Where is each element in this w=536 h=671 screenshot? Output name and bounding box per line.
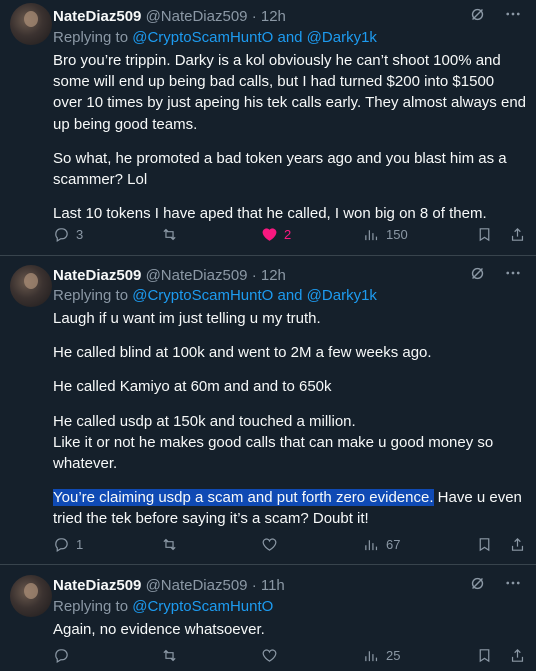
grok-icon[interactable] — [469, 575, 486, 598]
like-count: 2 — [284, 226, 292, 242]
reply-button[interactable]: 1 — [53, 536, 161, 553]
replying-prefix: Replying to — [53, 29, 129, 46]
reply-icon — [55, 537, 68, 552]
tweet-paragraph: He called usdp at 150k and touched a mil… — [53, 412, 494, 473]
avatar[interactable] — [10, 3, 52, 45]
bookmark-icon — [479, 648, 490, 662]
tweet-text: Laugh if u want im just telling u my tru… — [53, 308, 526, 530]
bookmark-icon — [479, 537, 490, 551]
tweet-text: Again, no evidence whatsoever. — [53, 619, 526, 640]
share-button[interactable] — [509, 226, 526, 243]
grok-icon[interactable] — [469, 265, 486, 288]
repost-icon — [163, 538, 176, 550]
tweet[interactable]: NateDiaz509 @NateDiaz509 · 12h Replying … — [0, 0, 536, 256]
reply-count: 3 — [76, 226, 84, 242]
grok-icon[interactable] — [469, 6, 486, 29]
repost-button[interactable] — [161, 226, 261, 243]
mention-links[interactable]: @CryptoScamHuntO and @Darky1k — [132, 287, 377, 304]
timestamp[interactable]: 11h — [261, 577, 285, 594]
views-count: 25 — [386, 647, 401, 663]
views-count: 67 — [386, 536, 401, 552]
like-button[interactable] — [261, 647, 363, 664]
repost-icon — [163, 649, 176, 661]
tweet-paragraph: So what, he promoted a bad token years a… — [53, 149, 507, 189]
heart-icon — [262, 228, 277, 241]
timestamp[interactable]: 12h — [261, 8, 286, 25]
display-name[interactable]: NateDiaz509 — [53, 8, 141, 25]
tweet-paragraph: Laugh if u want im just telling u my tru… — [53, 310, 321, 327]
reply-count: 1 — [76, 536, 84, 552]
action-bar: 3 2 150 — [53, 224, 526, 244]
replying-prefix: Replying to — [53, 598, 129, 615]
display-name[interactable]: NateDiaz509 — [53, 267, 141, 284]
avatar[interactable] — [10, 575, 52, 617]
more-icon[interactable] — [504, 264, 522, 288]
heart-icon — [262, 538, 277, 551]
tweet-paragraph: Last 10 tokens I have aped that he calle… — [53, 205, 487, 223]
avatar[interactable] — [10, 265, 52, 307]
tweet-paragraph: Bro you’re trippin. Darky is a kol obvio… — [53, 52, 526, 133]
reply-button[interactable]: 3 — [53, 226, 161, 243]
user-handle[interactable]: @NateDiaz509 — [146, 577, 248, 594]
selected-text[interactable]: You’re claiming usdp a scam and put fort… — [53, 489, 434, 507]
user-handle[interactable]: @NateDiaz509 — [146, 8, 248, 25]
replying-prefix: Replying to — [53, 287, 129, 304]
separator-dot: · — [251, 577, 257, 594]
user-handle[interactable]: @NateDiaz509 — [146, 267, 248, 284]
heart-icon — [262, 649, 277, 662]
bookmark-button[interactable] — [476, 226, 493, 243]
more-icon[interactable] — [504, 5, 522, 29]
bookmark-button[interactable] — [476, 536, 493, 553]
views-icon — [365, 650, 378, 661]
repost-icon — [163, 228, 176, 240]
repost-button[interactable] — [161, 536, 261, 553]
reply-button[interactable] — [53, 647, 161, 664]
share-icon — [511, 227, 524, 241]
action-bar: 1 67 — [53, 534, 526, 554]
views-icon — [365, 229, 378, 240]
views-button[interactable]: 150 — [363, 226, 467, 243]
tweet[interactable]: NateDiaz509 @NateDiaz509 · 11h Replying … — [0, 565, 536, 671]
bookmark-button[interactable] — [476, 647, 493, 664]
share-button[interactable] — [509, 647, 526, 664]
tweet-paragraph: He called blind at 100k and went to 2M a… — [53, 344, 432, 362]
timestamp[interactable]: 12h — [261, 267, 286, 284]
separator-dot: · — [251, 8, 257, 25]
mention-links[interactable]: @CryptoScamHuntO — [132, 598, 273, 615]
bookmark-icon — [479, 227, 490, 241]
action-bar: 25 — [53, 645, 526, 665]
share-button[interactable] — [509, 536, 526, 553]
reply-icon — [55, 227, 68, 242]
tweet-text: Bro you’re trippin. Darky is a kol obvio… — [53, 50, 526, 224]
views-button[interactable]: 25 — [363, 647, 467, 664]
mention-links[interactable]: @CryptoScamHuntO and @Darky1k — [132, 29, 377, 46]
share-icon — [511, 648, 524, 662]
like-button[interactable] — [261, 536, 363, 553]
tweet-paragraph: He called Kamiyo at 60m and and to 650k — [53, 378, 332, 396]
tweet-paragraph: Again, no evidence whatsoever. — [53, 621, 265, 638]
tweet-paragraph: You’re claiming usdp a scam and put fort… — [53, 487, 526, 529]
repost-button[interactable] — [161, 647, 261, 664]
views-icon — [365, 539, 378, 550]
views-count: 150 — [386, 226, 408, 242]
replying-to: Replying to @CryptoScamHuntO and @Darky1… — [53, 286, 528, 306]
tweet[interactable]: NateDiaz509 @NateDiaz509 · 12h Replying … — [0, 256, 536, 565]
replying-to: Replying to @CryptoScamHuntO and @Darky1… — [53, 28, 528, 48]
like-button[interactable]: 2 — [261, 226, 363, 243]
share-icon — [511, 537, 524, 551]
display-name[interactable]: NateDiaz509 — [53, 577, 141, 594]
views-button[interactable]: 67 — [363, 536, 467, 553]
replying-to: Replying to @CryptoScamHuntO — [53, 597, 528, 617]
separator-dot: · — [251, 267, 257, 284]
reply-icon — [55, 648, 68, 663]
more-icon[interactable] — [504, 574, 522, 598]
